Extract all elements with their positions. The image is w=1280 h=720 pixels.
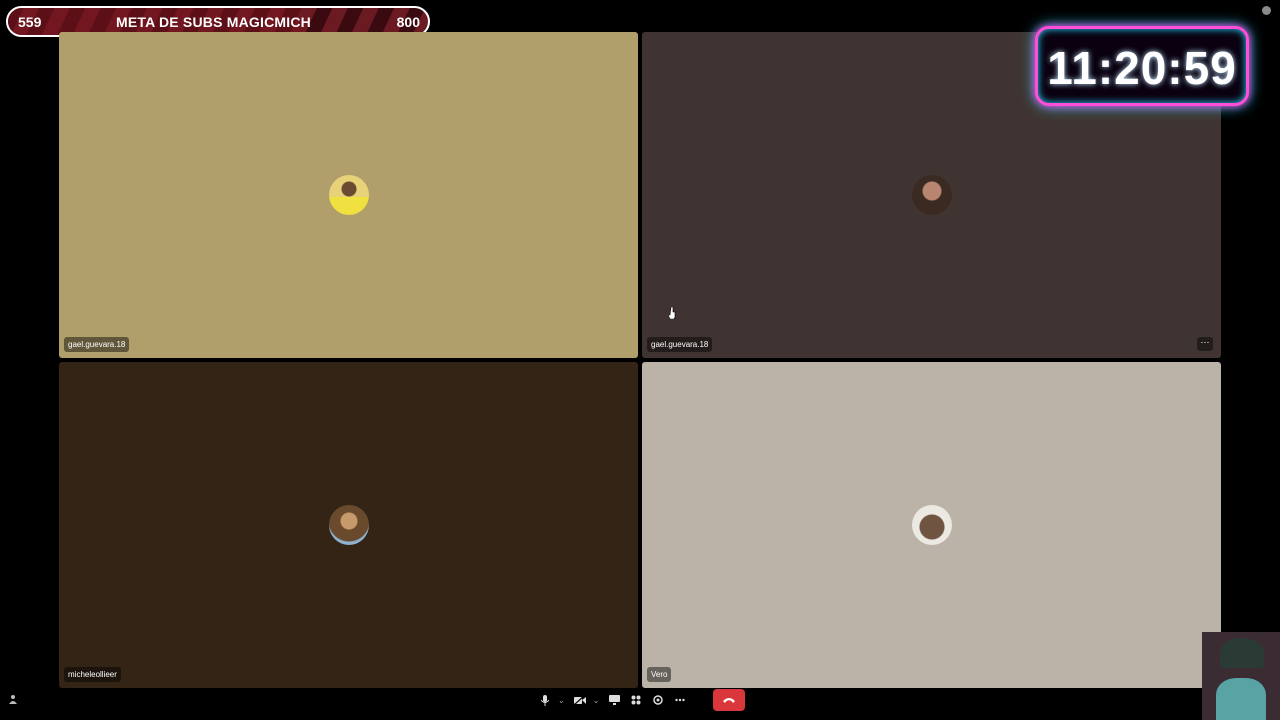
notification-dot-icon xyxy=(1262,6,1271,15)
streamer-hat xyxy=(1220,638,1264,668)
soundboard-icon[interactable] xyxy=(649,691,667,709)
participant-tile-3[interactable]: micheleollieer xyxy=(59,362,638,688)
people-icon[interactable] xyxy=(8,694,18,704)
chevron-down-icon[interactable]: ⌄ xyxy=(558,696,565,705)
camera-off-icon[interactable] xyxy=(571,691,589,709)
stream-timer-display: 11:20:59 xyxy=(1047,42,1237,94)
participant-avatar xyxy=(911,505,952,545)
participant-avatar xyxy=(328,175,369,215)
participant-name: gael.guevara.18 xyxy=(647,337,713,352)
sub-goal-title: META DE SUBS MAGICMICH xyxy=(116,14,311,30)
hand-cursor-icon xyxy=(668,307,676,319)
sub-goal-target: 800 xyxy=(396,14,420,30)
streamer-figure xyxy=(1216,678,1266,720)
disconnect-icon xyxy=(723,698,735,703)
participant-name: micheleollieer xyxy=(64,667,121,682)
participant-tile-4[interactable]: Vero xyxy=(642,362,1221,688)
microphone-icon[interactable] xyxy=(536,691,554,709)
participant-name: Vero xyxy=(647,667,672,682)
activities-icon[interactable] xyxy=(627,691,645,709)
call-controls: ⌄ ⌄ xyxy=(536,690,712,710)
streamer-webcam xyxy=(1202,632,1280,720)
participant-avatar xyxy=(328,505,369,545)
disconnect-button[interactable] xyxy=(713,689,745,711)
participant-name: gael.guevara.18 xyxy=(64,337,130,352)
more-icon[interactable] xyxy=(671,691,689,709)
more-options-icon[interactable]: ⋯ xyxy=(1197,337,1213,351)
sub-goal-current: 559 xyxy=(18,14,42,30)
chevron-down-icon[interactable]: ⌄ xyxy=(593,696,600,705)
screen-share-icon[interactable] xyxy=(605,691,623,709)
participant-avatar xyxy=(911,175,952,215)
participant-tile-1[interactable]: gael.guevara.18 xyxy=(59,32,638,358)
stream-timer: 11:20:59 xyxy=(1035,26,1249,106)
